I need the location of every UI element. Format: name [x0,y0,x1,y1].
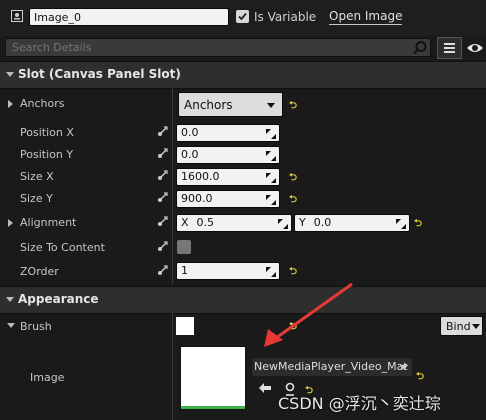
annotation-arrow [264,282,353,347]
watermark: CSDN @浮沉丶奕辻琮 [278,394,441,413]
